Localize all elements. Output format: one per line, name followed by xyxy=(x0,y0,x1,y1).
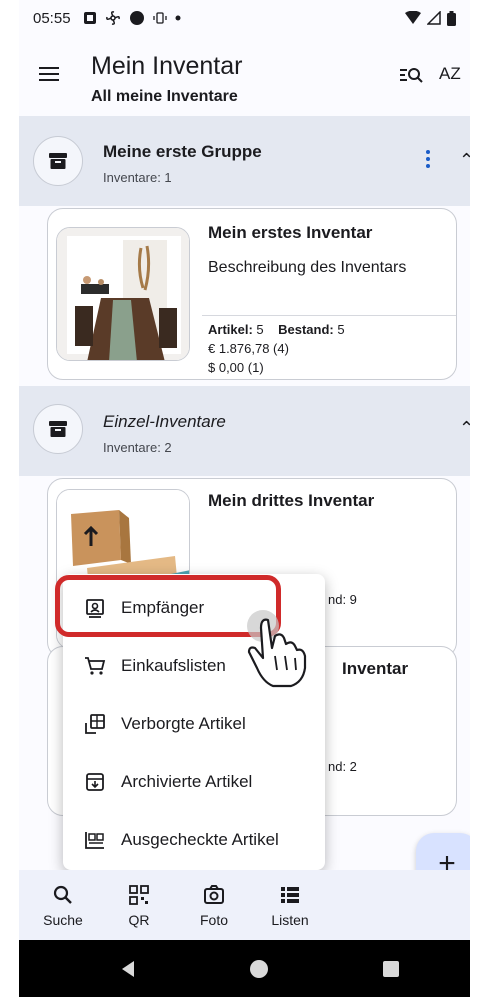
inventory-title: Inventar xyxy=(342,659,409,678)
group-count: Inventare: 1 xyxy=(103,170,172,185)
dot-icon xyxy=(175,15,181,21)
group-header[interactable]: Meine erste Gruppe Inventare: 1 ⌃ xyxy=(19,116,470,206)
nav-item-listen[interactable]: Listen xyxy=(260,884,320,928)
bestand-label: Bestand: xyxy=(278,322,334,337)
archive-box-icon xyxy=(49,153,67,169)
inventory-photo xyxy=(56,227,190,361)
archive-box-icon xyxy=(49,421,67,437)
group-count: Inventare: 2 xyxy=(103,440,172,455)
stats-row-counts: Artikel: 5 Bestand: 5 xyxy=(208,320,345,339)
inventory-stats-partial: nd: 9 xyxy=(328,592,357,607)
status-icons xyxy=(83,10,181,26)
system-navigation-bar xyxy=(19,940,470,997)
inventory-card[interactable]: Mein erstes Inventar Beschreibung des In… xyxy=(47,208,457,380)
status-bar: 05:55 xyxy=(19,0,470,36)
menu-item-label: Einkaufslisten xyxy=(121,656,226,675)
bestand-value: 5 xyxy=(337,322,345,337)
notification-a-icon xyxy=(83,12,96,24)
qr-icon xyxy=(129,885,149,905)
app-bar: Mein Inventar All meine Inventare AZ xyxy=(19,36,470,116)
search-icon xyxy=(53,885,72,904)
checked-out-icon xyxy=(83,828,107,852)
card-divider xyxy=(202,315,456,316)
status-time: 05:55 xyxy=(33,9,71,27)
group-name: Meine erste Gruppe xyxy=(103,142,262,161)
nav-label: Suche xyxy=(43,912,83,928)
nav-label: Foto xyxy=(199,912,228,928)
circle-icon xyxy=(129,11,144,25)
page-title: Mein Inventar xyxy=(91,52,243,80)
value-usd: $ 0,00 (1) xyxy=(208,360,264,375)
phone-screen: 05:55 Mein Inventar All meine Inventare … xyxy=(19,0,470,997)
menu-icon[interactable] xyxy=(39,66,59,82)
group-header[interactable]: Einzel-Inventare Inventare: 2 ⌃ xyxy=(19,386,470,476)
signal-icon xyxy=(427,11,441,25)
nav-item-suche[interactable]: Suche xyxy=(33,884,93,928)
fan-icon xyxy=(105,11,120,25)
battery-icon xyxy=(447,10,456,26)
archive-icon xyxy=(83,770,107,794)
nav-item-foto[interactable]: Foto xyxy=(184,884,244,928)
inventory-title: Mein erstes Inventar xyxy=(208,223,373,242)
status-right-icons xyxy=(405,10,456,26)
screen-margin-right xyxy=(470,0,486,997)
artikel-label: Artikel: xyxy=(208,322,253,337)
back-icon[interactable] xyxy=(120,960,136,978)
recents-icon[interactable] xyxy=(383,961,399,977)
group-avatar xyxy=(33,136,83,186)
collapse-chevron-icon[interactable]: ⌃ xyxy=(459,150,470,171)
nav-label: Listen xyxy=(271,912,309,928)
shopping-cart-icon xyxy=(83,654,107,678)
menu-item-verborgte-artikel[interactable]: Verborgte Artikel xyxy=(63,696,325,752)
lent-items-icon xyxy=(83,712,107,736)
menu-item-label: Verborgte Artikel xyxy=(121,714,246,733)
pointer-hand-icon xyxy=(247,610,307,688)
vibrate-icon xyxy=(152,12,167,24)
nav-label: QR xyxy=(128,912,150,928)
camera-icon xyxy=(204,885,224,904)
menu-item-label: Ausgecheckte Artikel xyxy=(121,830,279,849)
bottom-navigation: Suche QR Foto Listen xyxy=(19,870,470,940)
artikel-value: 5 xyxy=(256,322,264,337)
page-subtitle: All meine Inventare xyxy=(91,88,238,105)
wifi-icon xyxy=(405,11,421,24)
menu-item-label: Archivierte Artikel xyxy=(121,772,253,791)
collapse-chevron-icon[interactable]: ⌃ xyxy=(459,418,470,439)
filter-search-icon[interactable] xyxy=(399,66,423,84)
sort-az-icon[interactable]: AZ xyxy=(439,64,461,84)
menu-item-archivierte-artikel[interactable]: Archivierte Artikel xyxy=(63,754,325,810)
menu-item-ausgecheckte-artikel[interactable]: Ausgecheckte Artikel xyxy=(63,812,325,868)
nav-item-qr[interactable]: QR xyxy=(109,884,169,928)
group-avatar xyxy=(33,404,83,454)
list-icon xyxy=(281,887,299,903)
inventory-description: Beschreibung des Inventars xyxy=(208,259,407,276)
group-name: Einzel-Inventare xyxy=(103,412,226,431)
value-eur: € 1.876,78 (4) xyxy=(208,341,289,356)
screen-margin-left xyxy=(0,0,19,997)
inventory-stats-partial: nd: 2 xyxy=(328,759,357,774)
inventory-title: Mein drittes Inventar xyxy=(208,491,375,510)
inventory-stats: Artikel: 5 Bestand: 5 € 1.876,78 (4) $ 0… xyxy=(208,320,345,377)
group-more-icon[interactable] xyxy=(422,150,434,168)
home-icon[interactable] xyxy=(249,959,269,979)
